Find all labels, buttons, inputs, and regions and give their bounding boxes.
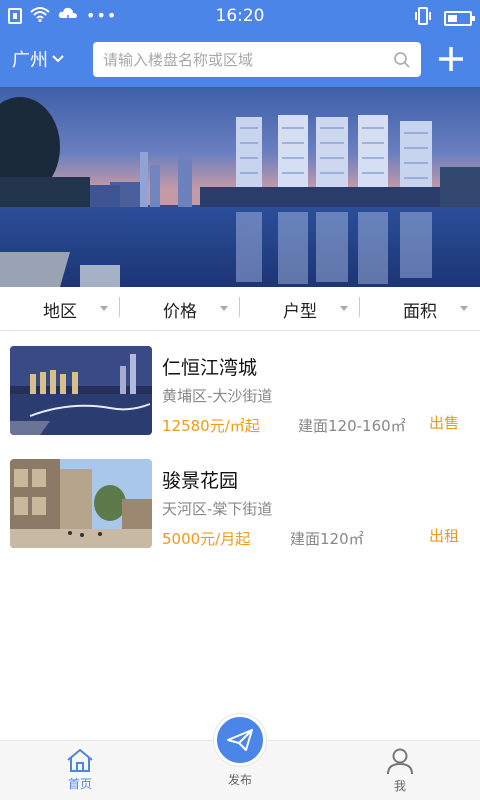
listing-size: 建面120㎡ <box>290 530 364 548</box>
dropdown-arrow-icon <box>460 306 468 311</box>
nav-bar: 广州 请输入楼盘名称或区域 <box>0 32 480 87</box>
nav-home-label: 首页 <box>67 777 92 791</box>
filter-district[interactable]: 地区 <box>0 287 120 331</box>
nav-home[interactable]: 首页 <box>50 747 110 792</box>
listing-area: 天河区-棠下街道 <box>162 500 273 518</box>
filter-label: 户型 <box>283 301 317 322</box>
home-icon <box>67 748 93 772</box>
list-item[interactable]: 骏景花园 天河区-棠下街道 5000元/月起 建面120㎡ 出租 <box>0 444 480 557</box>
status-right-icons <box>414 6 475 30</box>
send-icon <box>227 729 253 751</box>
status-time: 16:20 <box>215 6 265 26</box>
status-bar: ••• 16:20 <box>0 0 480 32</box>
nav-publish-label: 发布 <box>227 773 252 787</box>
filter-layout[interactable]: 户型 <box>240 287 360 331</box>
city-label: 广州 <box>12 50 48 71</box>
dropdown-arrow-icon <box>340 306 348 311</box>
dropdown-arrow-icon <box>220 306 228 311</box>
listing-name: 仁恒江湾城 <box>162 357 258 379</box>
user-icon <box>387 748 413 775</box>
filter-bar: 地区 价格 户型 面积 <box>0 287 480 331</box>
dropdown-arrow-icon <box>100 306 108 311</box>
listing-list: 仁恒江湾城 黄埔区-大沙街道 12580元/㎡起 建面120-160㎡ 出售 骏… <box>0 331 480 557</box>
battery-icon <box>444 10 475 26</box>
filter-price[interactable]: 价格 <box>120 287 240 331</box>
listing-price: 12580元/㎡起 <box>162 417 260 435</box>
listing-thumbnail <box>10 346 152 435</box>
listing-area: 黄埔区-大沙街道 <box>162 387 273 405</box>
vibrate-icon <box>414 6 432 30</box>
header: ••• 16:20 广州 请输入楼盘名称或区域 <box>0 0 480 87</box>
listing-tag: 出租 <box>429 527 460 545</box>
search-input[interactable]: 请输入楼盘名称或区域 <box>93 42 421 77</box>
chevron-down-icon <box>52 55 64 63</box>
plus-icon[interactable] <box>436 44 466 74</box>
city-selector[interactable]: 广州 <box>12 46 64 72</box>
nav-me-label: 我 <box>393 779 406 793</box>
listing-size: 建面120-160㎡ <box>298 417 406 435</box>
nav-me[interactable]: 我 <box>370 747 430 794</box>
filter-label: 面积 <box>403 301 437 322</box>
search-icon[interactable] <box>393 51 411 69</box>
listing-tag: 出售 <box>429 414 460 432</box>
filter-label: 价格 <box>163 301 197 322</box>
search-placeholder: 请输入楼盘名称或区域 <box>103 51 254 69</box>
listing-thumbnail <box>10 459 152 548</box>
filter-label: 地区 <box>43 301 77 322</box>
publish-button[interactable] <box>214 714 266 766</box>
list-item[interactable]: 仁恒江湾城 黄埔区-大沙街道 12580元/㎡起 建面120-160㎡ 出售 <box>0 331 480 444</box>
filter-size[interactable]: 面积 <box>360 287 480 331</box>
listing-price: 5000元/月起 <box>162 530 251 548</box>
listing-name: 骏景花园 <box>162 470 239 492</box>
banner-image[interactable] <box>0 87 480 287</box>
